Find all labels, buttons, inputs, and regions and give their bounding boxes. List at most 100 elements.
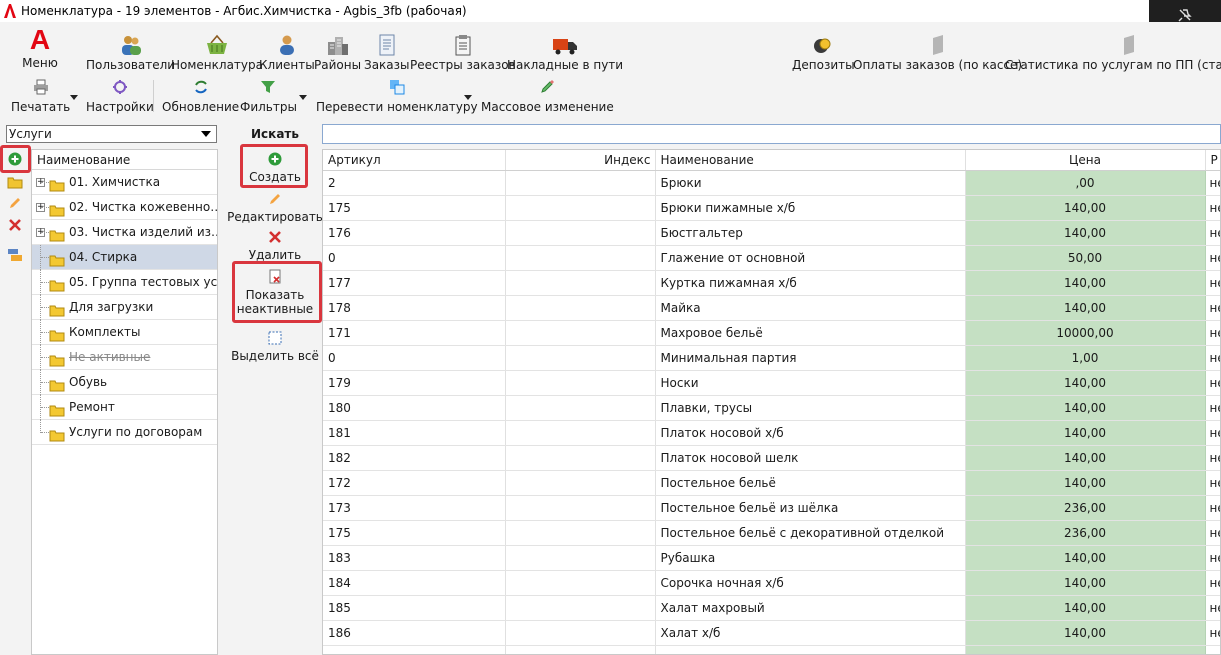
table-row[interactable]: 2Брюки,00не — [323, 170, 1220, 196]
table-row[interactable]: 184Сорочка ночная х/б140,00не — [323, 570, 1220, 596]
tree-move-button[interactable] — [6, 246, 24, 264]
table-filler-row — [323, 645, 1220, 654]
table-row[interactable]: 0Минимальная партия1,00не — [323, 345, 1220, 371]
highlight-create — [240, 144, 308, 188]
ribbon-top: A Меню Пользователи Номенклатура Клиенты… — [0, 22, 1221, 74]
title-bar: Номенклатура - 19 элементов - Агбис.Химч… — [0, 0, 1221, 30]
filters-dropdown-arrow[interactable] — [299, 95, 307, 100]
clipboard-icon — [450, 30, 476, 56]
ribbon-clients-button[interactable]: Клиенты — [259, 30, 315, 72]
table-row[interactable]: 179Носки140,00не — [323, 370, 1220, 396]
tree-item-inactive[interactable]: Не активные — [32, 345, 217, 370]
print-dropdown-arrow[interactable] — [70, 95, 78, 100]
chevron-down-icon — [201, 131, 211, 137]
brand-logo-icon: A — [29, 24, 51, 55]
table-row[interactable]: 183Рубашка140,00не — [323, 545, 1220, 571]
ribbon-deposits-button[interactable]: Депозиты — [792, 30, 855, 72]
table-row[interactable]: 178Майка140,00не — [323, 295, 1220, 321]
ribbon-orders-button[interactable]: Заказы — [364, 30, 410, 72]
move-icon — [8, 249, 22, 261]
highlight-show-inactive — [232, 261, 322, 323]
refresh-button[interactable]: Обновление — [162, 78, 239, 116]
buildings-icon — [325, 30, 351, 56]
folder-icon — [49, 426, 65, 451]
select-all-icon — [267, 330, 283, 346]
truck-icon — [552, 30, 578, 56]
tree-item[interactable]: Услуги по договорам — [32, 420, 217, 445]
delete-icon — [267, 229, 283, 245]
column-name[interactable]: Наименование — [655, 150, 966, 171]
table-row[interactable]: 175 Постельное бельё с декоративной отдел… — [323, 520, 1220, 546]
tree-item[interactable]: + 02. Чистка кожевенно… — [32, 195, 217, 220]
tree-folder-button[interactable] — [6, 173, 24, 191]
printer-icon — [32, 78, 50, 96]
table-row[interactable]: 177Куртка пижамная х/б140,00не — [323, 270, 1220, 296]
search-label: Искать — [251, 127, 299, 141]
table-row[interactable]: 0Глажение от основной50,00не — [323, 245, 1220, 271]
tree-item[interactable]: + 03. Чистка изделий из… — [32, 220, 217, 245]
tree-item-selected[interactable]: 04. Стирка — [32, 245, 217, 270]
category-select[interactable]: Услуги — [6, 125, 217, 143]
ribbon-waybills-button[interactable]: Накладные в пути — [507, 30, 623, 72]
delete-button[interactable]: Удалить — [230, 229, 320, 262]
ribbon-districts-button[interactable]: Районы — [314, 30, 361, 72]
ribbon-order-registers-button[interactable]: Реестры заказов — [410, 30, 516, 72]
table-row[interactable]: 182Платок носовой шелк140,00не — [323, 445, 1220, 471]
ribbon-users-button[interactable]: Пользователи — [86, 30, 175, 72]
tree-item[interactable]: Комплекты — [32, 320, 217, 345]
app-logo-icon — [1, 2, 19, 20]
tree-edit-button[interactable] — [6, 194, 24, 212]
search-input[interactable] — [322, 124, 1221, 144]
refresh-icon — [192, 78, 210, 96]
table-row[interactable]: 186Халат х/б140,00не — [323, 620, 1220, 646]
basket-icon — [204, 30, 230, 56]
filters-button[interactable]: Фильтры — [240, 78, 297, 116]
select-all-button[interactable]: Выделить всё — [230, 330, 320, 363]
table-row[interactable]: 171Махровое бельё10000,00не — [323, 320, 1220, 346]
table-header: Артикул Индекс Наименование Цена Р — [323, 150, 1220, 171]
ribbon-nomenclature-button[interactable]: Номенклатура — [171, 30, 263, 72]
filter-icon — [259, 78, 277, 96]
table-row[interactable]: 185Халат махровый140,00не — [323, 595, 1220, 621]
menu-button[interactable]: A Меню — [12, 26, 68, 72]
highlight-add-group — [0, 145, 31, 173]
tree-header: Наименование — [32, 150, 217, 170]
report-icon — [1116, 30, 1142, 56]
users-icon — [118, 30, 144, 56]
table-row[interactable]: 176Бюстгальтер140,00не — [323, 220, 1220, 246]
tree-delete-button[interactable] — [6, 216, 24, 234]
edit-button[interactable]: Редактировать — [227, 191, 323, 224]
translate-dropdown-arrow[interactable] — [464, 95, 472, 100]
unpin-icon — [1178, 9, 1192, 22]
document-icon — [374, 30, 400, 56]
settings-icon — [111, 78, 129, 96]
pencil-icon — [538, 78, 556, 96]
ribbon-service-stats-button[interactable]: Статистика по услугам по ПП (старый) — [1005, 30, 1221, 72]
ribbon-bottom: Печатать Настройки Обновление Фильтры Пе… — [0, 76, 1221, 118]
table-row[interactable]: 173Постельное бельё из шёлка236,00не — [323, 495, 1220, 521]
tree-item[interactable]: Ремонт — [32, 395, 217, 420]
tree-item[interactable]: + 01. Химчистка — [32, 170, 217, 195]
print-button[interactable]: Печатать — [11, 78, 70, 116]
delete-icon — [9, 219, 21, 231]
column-article[interactable]: Артикул — [323, 150, 506, 171]
column-cut[interactable]: Р — [1205, 150, 1220, 171]
category-tree: Наименование + 01. Химчистка + 02. Чистк… — [31, 149, 218, 655]
tree-item[interactable]: 05. Группа тестовых услуг — [32, 270, 217, 295]
translate-nomenclature-button[interactable]: Перевести номенклатуру — [316, 78, 478, 116]
column-price[interactable]: Цена — [965, 150, 1206, 171]
tree-item[interactable]: Для загрузки — [32, 295, 217, 320]
table-row[interactable]: 172Постельное бельё140,00не — [323, 470, 1220, 496]
report-icon — [925, 30, 951, 56]
nomenclature-table: Артикул Индекс Наименование Цена Р 2 Брюк… — [322, 149, 1221, 655]
table-row[interactable]: 175Брюки пижамные х/б140,00не — [323, 195, 1220, 221]
table-row[interactable]: 180Плавки, трусы140,00не — [323, 395, 1220, 421]
column-index[interactable]: Индекс — [505, 150, 656, 171]
ribbon-order-payments-button[interactable]: Оплаты заказов (по кассе) — [853, 30, 1022, 72]
client-icon — [274, 30, 300, 56]
folder-icon — [7, 177, 23, 189]
tree-item[interactable]: Обувь — [32, 370, 217, 395]
mass-edit-button[interactable]: Массовое изменение — [481, 78, 614, 116]
table-row[interactable]: 181Платок носовой х/б140,00не — [323, 420, 1220, 446]
settings-button[interactable]: Настройки — [86, 78, 154, 116]
